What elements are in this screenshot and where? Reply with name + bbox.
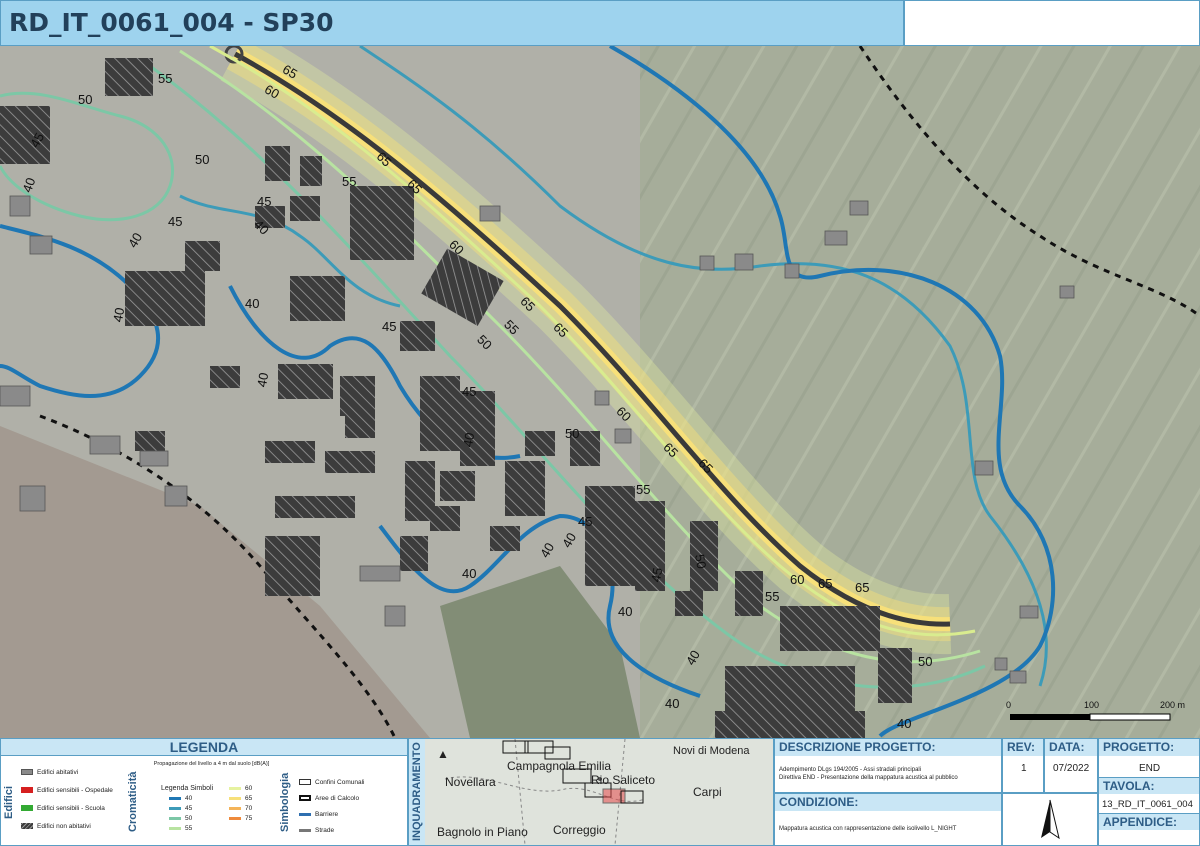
contour-label-55d: 55 (342, 174, 356, 189)
title-right-box (904, 0, 1200, 46)
level-item: 70 (229, 805, 279, 815)
contour-label-50: 50 (78, 92, 92, 107)
place-carpi: Carpi (693, 785, 722, 799)
tavola-value: 13_RD_IT_0061_004 (1102, 799, 1193, 810)
edifici-label: Edifici (3, 785, 15, 819)
inquadramento-panel: INQUADRAMENTO Novi di Modena Campagnola … (408, 738, 774, 846)
contour-label-45f: 45 (578, 514, 592, 529)
north-arrow-inset: ▲ (437, 747, 449, 761)
contour-label-50c: 50 (565, 426, 579, 441)
simb-item: Confini Comunali (299, 779, 404, 795)
contour-label-40k: 40 (618, 604, 632, 619)
legend-panel: LEGENDA Edifici Edifici abitativi Edific… (0, 738, 408, 846)
map-canvas[interactable]: 65 60 55 50 45 40 65 65 60 65 65 55 50 6… (0, 46, 1200, 738)
edifici-item: Edifici abitativi (21, 769, 126, 787)
descrizione-line1: Adempimento DLgs 194/2005 - Assi stradal… (779, 767, 922, 773)
place-novellara: Novellara (445, 775, 496, 789)
appendice-header: APPENDICE: (1099, 813, 1199, 830)
levels-right: 60 65 70 75 (229, 785, 279, 825)
place-bagnolo: Bagnolo in Piano (437, 825, 528, 839)
progetto-value: END (1139, 763, 1161, 774)
place-novi: Novi di Modena (673, 745, 750, 757)
contour-label-45g: 45 (648, 566, 665, 583)
contour-label-65i: 65 (855, 580, 869, 595)
cromaticita-label: Cromaticità (127, 771, 139, 833)
contour-label-55e: 55 (765, 589, 779, 604)
condizione-text: Mappatura acustica con rappresentazione … (779, 826, 957, 832)
simbologia-list: Confini Comunali Aree di Calcolo Barrier… (299, 779, 404, 843)
contour-label-45e: 45 (257, 194, 271, 209)
condizione-header: CONDIZIONE: (775, 794, 1001, 811)
rev-panel: REV: 1 (1002, 738, 1044, 793)
edifici-item: Edifici sensibili - Scuola (21, 805, 126, 823)
contour-label-40d: 40 (254, 371, 271, 388)
contour-label-60d: 60 (790, 572, 804, 587)
level-item: 45 (169, 805, 219, 815)
simb-item: Barriere (299, 811, 404, 827)
level-item: 50 (169, 815, 219, 825)
inquadramento-label: INQUADRAMENTO (409, 739, 425, 845)
simb-item: Strade (299, 827, 404, 843)
level-item: 60 (229, 785, 279, 795)
contour-label-50d: 50 (195, 152, 209, 167)
inset-map[interactable]: Novi di Modena Campagnola Emilia Novella… (425, 739, 773, 845)
contour-label-65h: 65 (818, 576, 832, 591)
north-arrow-panel (1002, 793, 1098, 846)
place-rio-saliceto: Rio Saliceto (591, 773, 656, 787)
scale-label-100: 100 (1084, 700, 1099, 710)
condizione-panel: CONDIZIONE: Mappatura acustica con rappr… (774, 793, 1002, 846)
simb-item: Aree di Calcolo (299, 795, 404, 811)
contour-label-50e: 50 (692, 553, 709, 570)
contour-label-40m: 40 (665, 696, 679, 711)
contour-label-45c: 45 (382, 319, 396, 334)
level-item: 65 (229, 795, 279, 805)
level-item: 55 (169, 825, 219, 835)
simboli-title: Legenda Simboli (161, 785, 214, 792)
edifici-item: Edifici sensibili - Ospedale (21, 787, 126, 805)
place-campagnola: Campagnola Emilia (507, 759, 612, 773)
level-item: 75 (229, 815, 279, 825)
contour-label-55: 55 (158, 71, 172, 86)
rev-header: REV: (1003, 739, 1043, 756)
contour-label-40f: 40 (110, 306, 127, 323)
prop-note: Propagazione del livello a 4 m dal suolo… (153, 761, 270, 767)
descrizione-header: DESCRIZIONE PROGETTO: (775, 739, 1001, 756)
data-header: DATA: (1045, 739, 1097, 756)
edifici-list: Edifici abitativi Edifici sensibili - Os… (21, 769, 126, 841)
progetto-panel: PROGETTO: END TAVOLA: 13_RD_IT_0061_004 … (1098, 738, 1200, 846)
levels-left: 40 45 50 55 (169, 795, 219, 835)
level-item: 40 (169, 795, 219, 805)
contour-label-40j: 40 (462, 566, 476, 581)
contour-label-45d: 45 (168, 214, 182, 229)
data-value: 07/2022 (1053, 763, 1090, 774)
place-correggio: Correggio (553, 823, 606, 837)
map-area[interactable]: 65 60 55 50 45 40 65 65 60 65 65 55 50 6… (0, 46, 1200, 738)
scale-label-200: 200 m (1160, 700, 1185, 710)
contour-label-45b: 45 (462, 384, 476, 399)
descrizione-panel: DESCRIZIONE PROGETTO: Adempimento DLgs 1… (774, 738, 1002, 793)
contour-label-40c: 40 (245, 296, 259, 311)
edifici-item: Edifici non abitativi (21, 823, 126, 841)
title-bar: RD_IT_0061_004 - SP30 (0, 0, 904, 46)
data-panel: DATA: 07/2022 (1044, 738, 1098, 793)
contour-label-40b: 40 (460, 431, 477, 448)
north-arrow-icon (1041, 799, 1060, 840)
contour-label-55c: 55 (636, 482, 650, 497)
scale-label-0: 0 (1006, 700, 1011, 710)
contour-label-50f: 50 (918, 654, 932, 669)
tavola-header: TAVOLA: (1099, 777, 1199, 794)
map-title: RD_IT_0061_004 - SP30 (9, 8, 334, 37)
contour-label-40n: 40 (897, 716, 911, 731)
progetto-header: PROGETTO: (1099, 739, 1199, 756)
descrizione-line2: Direttiva END - Presentazione della mapp… (779, 775, 958, 781)
rev-value: 1 (1021, 763, 1027, 774)
legend-header: LEGENDA (1, 739, 407, 756)
simbologia-label: Simbologia (279, 772, 291, 832)
